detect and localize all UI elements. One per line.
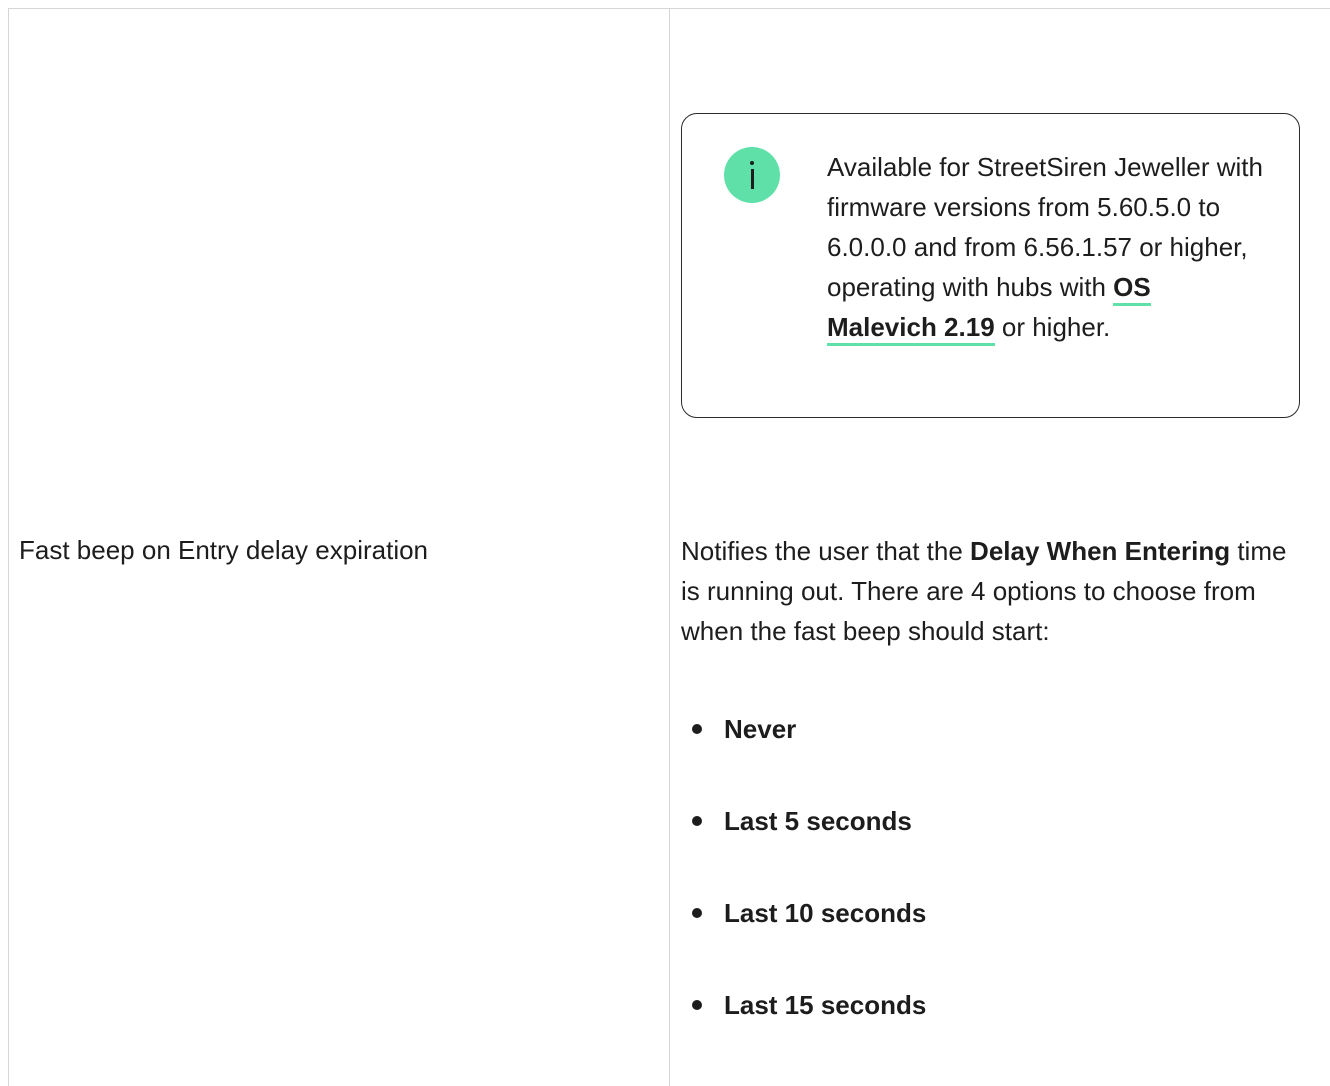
option-label: Last 5 seconds xyxy=(724,806,912,836)
option-label: Never xyxy=(724,714,797,744)
bullet-icon xyxy=(692,1000,702,1011)
note-text-after-link: or higher. xyxy=(994,312,1111,342)
list-item: Last 5 seconds xyxy=(692,802,912,840)
note-text: Available for StreetSiren Jeweller with … xyxy=(827,147,1267,347)
info-icon xyxy=(724,147,780,203)
option-label: Last 10 seconds xyxy=(724,898,927,928)
description-before-bold: Notifies the user that the xyxy=(681,536,971,566)
parameter-description: Notifies the user that the Delay When En… xyxy=(681,531,1311,651)
list-item: Never xyxy=(692,710,796,748)
bullet-icon xyxy=(692,816,702,827)
list-item: Last 10 seconds xyxy=(692,894,926,932)
info-icon-stem xyxy=(750,169,754,189)
option-label: Last 15 seconds xyxy=(724,990,927,1020)
bullet-icon xyxy=(692,724,702,735)
info-icon-dot xyxy=(750,161,754,165)
parameter-name: Fast beep on Entry delay expiration xyxy=(19,535,429,565)
description-bold: Delay When Entering xyxy=(970,536,1231,566)
info-note: Available for StreetSiren Jeweller with … xyxy=(681,113,1300,418)
note-text-before-link: Available for StreetSiren Jeweller with … xyxy=(827,152,1263,302)
bullet-icon xyxy=(692,908,702,919)
list-item: Last 15 seconds xyxy=(692,986,926,1024)
column-divider xyxy=(669,9,670,1086)
